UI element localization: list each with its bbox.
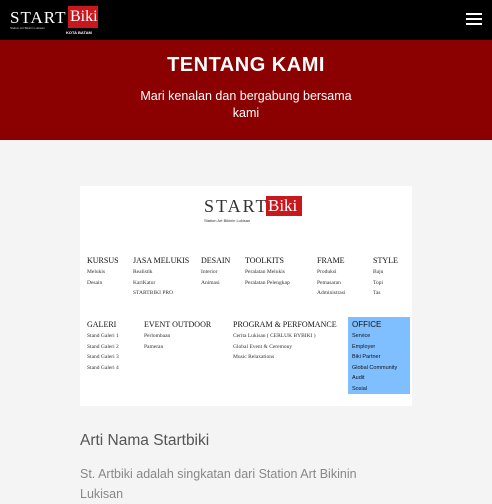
division-kursus: KURSUS Melukis Desain [87,256,119,288]
hamburger-menu-icon[interactable] [466,13,482,25]
division-item: Audit [352,375,365,381]
menu-line [466,18,482,20]
page-title: TENTANG KAMI [167,54,325,76]
division-item: Service [352,333,371,339]
division-item: Baju [373,269,384,275]
logo-kota: KOTA BATAM [66,30,92,35]
chart-logo: START Biki Station Art Bikinin Lukisan [204,196,314,228]
division-item: Melukis [87,269,106,275]
division-heading: DESAIN [201,256,231,265]
division-item: Realistik [133,269,153,275]
division-item: Produksi [317,269,337,275]
division-item: Stand Galeri 1 [87,333,119,339]
division-item: Global Community [352,364,398,371]
division-item: Administrasi [317,290,346,296]
division-item: Interior [201,269,218,275]
site-logo[interactable]: START Biki Station Art Bikinin Lukisan K… [8,6,98,36]
chart-logo-biki: Biki [268,196,298,215]
division-heading: STYLE [373,256,398,265]
page-subtitle: Mari kenalan dan bergabung bersama kami [140,89,352,120]
division-program-perfomance: PROGRAM & PERFOMANCE Cerita Lukisan ( CE… [233,320,337,363]
division-heading: KURSUS [87,256,119,265]
division-item: Peralatan Melukis [245,269,285,275]
division-item: KariKatur [133,279,156,286]
division-frame: FRAME Produksi Pemasaran Administrasi [317,256,345,299]
chart-logo-tagline: Station Art Bikinin Lukisan [204,218,251,223]
division-item: Desain [87,279,103,286]
organization-chart-image: START Biki Station Art Bikinin Lukisan K… [80,186,412,406]
division-event-outdoor: EVENT OUTDOOR Perlombaan Pameran [144,320,211,352]
division-item: Topi [373,279,384,286]
division-heading: EVENT OUTDOOR [144,320,212,329]
division-desain: DESAIN Interior Animasi [201,256,230,288]
division-heading: OFFICE [352,320,382,329]
division-heading: GALERI [87,320,117,329]
division-item: Pameran [144,343,164,350]
division-item: Cerita Lukisan ( CERLUK BYBIKI ) [233,333,316,339]
division-item: Stand Galeri 4 [87,364,119,371]
hero-banner: TENTANG KAMI Mari kenalan dan bergabung … [0,40,492,140]
division-heading: TOOLKITS [245,256,284,265]
section-title: Arti Nama Startbiki [80,432,210,449]
division-toolkits: TOOLKITS Peralatan Melukis Peralatan Pel… [245,256,290,288]
division-item: Employer [352,343,376,350]
menu-line [466,23,482,25]
logo-tagline: Station Art Bikinin Lukisan [10,26,45,30]
division-item: Biki Partner [352,354,381,360]
division-item: Pemasaran [317,279,341,286]
division-heading: PROGRAM & PERFOMANCE [233,320,337,329]
division-item: Perlombaan [144,333,171,339]
division-style: STYLE Baju Topi Tas [373,256,398,299]
division-item: Global Event & Ceremony [233,343,293,350]
division-item: Peralatan Pelengkap [245,279,290,286]
division-item: Animasi [201,279,220,286]
division-heading: JASA MELUKIS [133,256,190,265]
division-item: Music Relaxations [233,354,275,360]
division-galeri: GALERI Stand Galeri 1 Stand Galeri 2 Sta… [87,320,119,373]
division-item: Tas [373,290,381,296]
logo-biki-text: Biki [70,8,98,25]
division-item: Stand Galeri 3 [87,354,119,360]
division-item: Stand Galeri 2 [87,343,119,350]
division-item: STARTBIKI PRO [133,290,174,296]
section-text: St. Artbiki adalah singkatan dari Statio… [80,467,357,501]
division-office: OFFICE Service Employer Biki Partner Glo… [348,317,410,394]
division-heading: FRAME [317,256,345,265]
chart-logo-start: START [204,196,269,216]
division-jasa-melukis: JASA MELUKIS Realistik KariKatur STARTBI… [133,256,189,299]
menu-line [466,13,482,15]
navbar: START Biki Station Art Bikinin Lukisan K… [0,0,492,40]
division-item: Sosial [352,385,367,392]
logo-start-text: START [10,8,67,27]
